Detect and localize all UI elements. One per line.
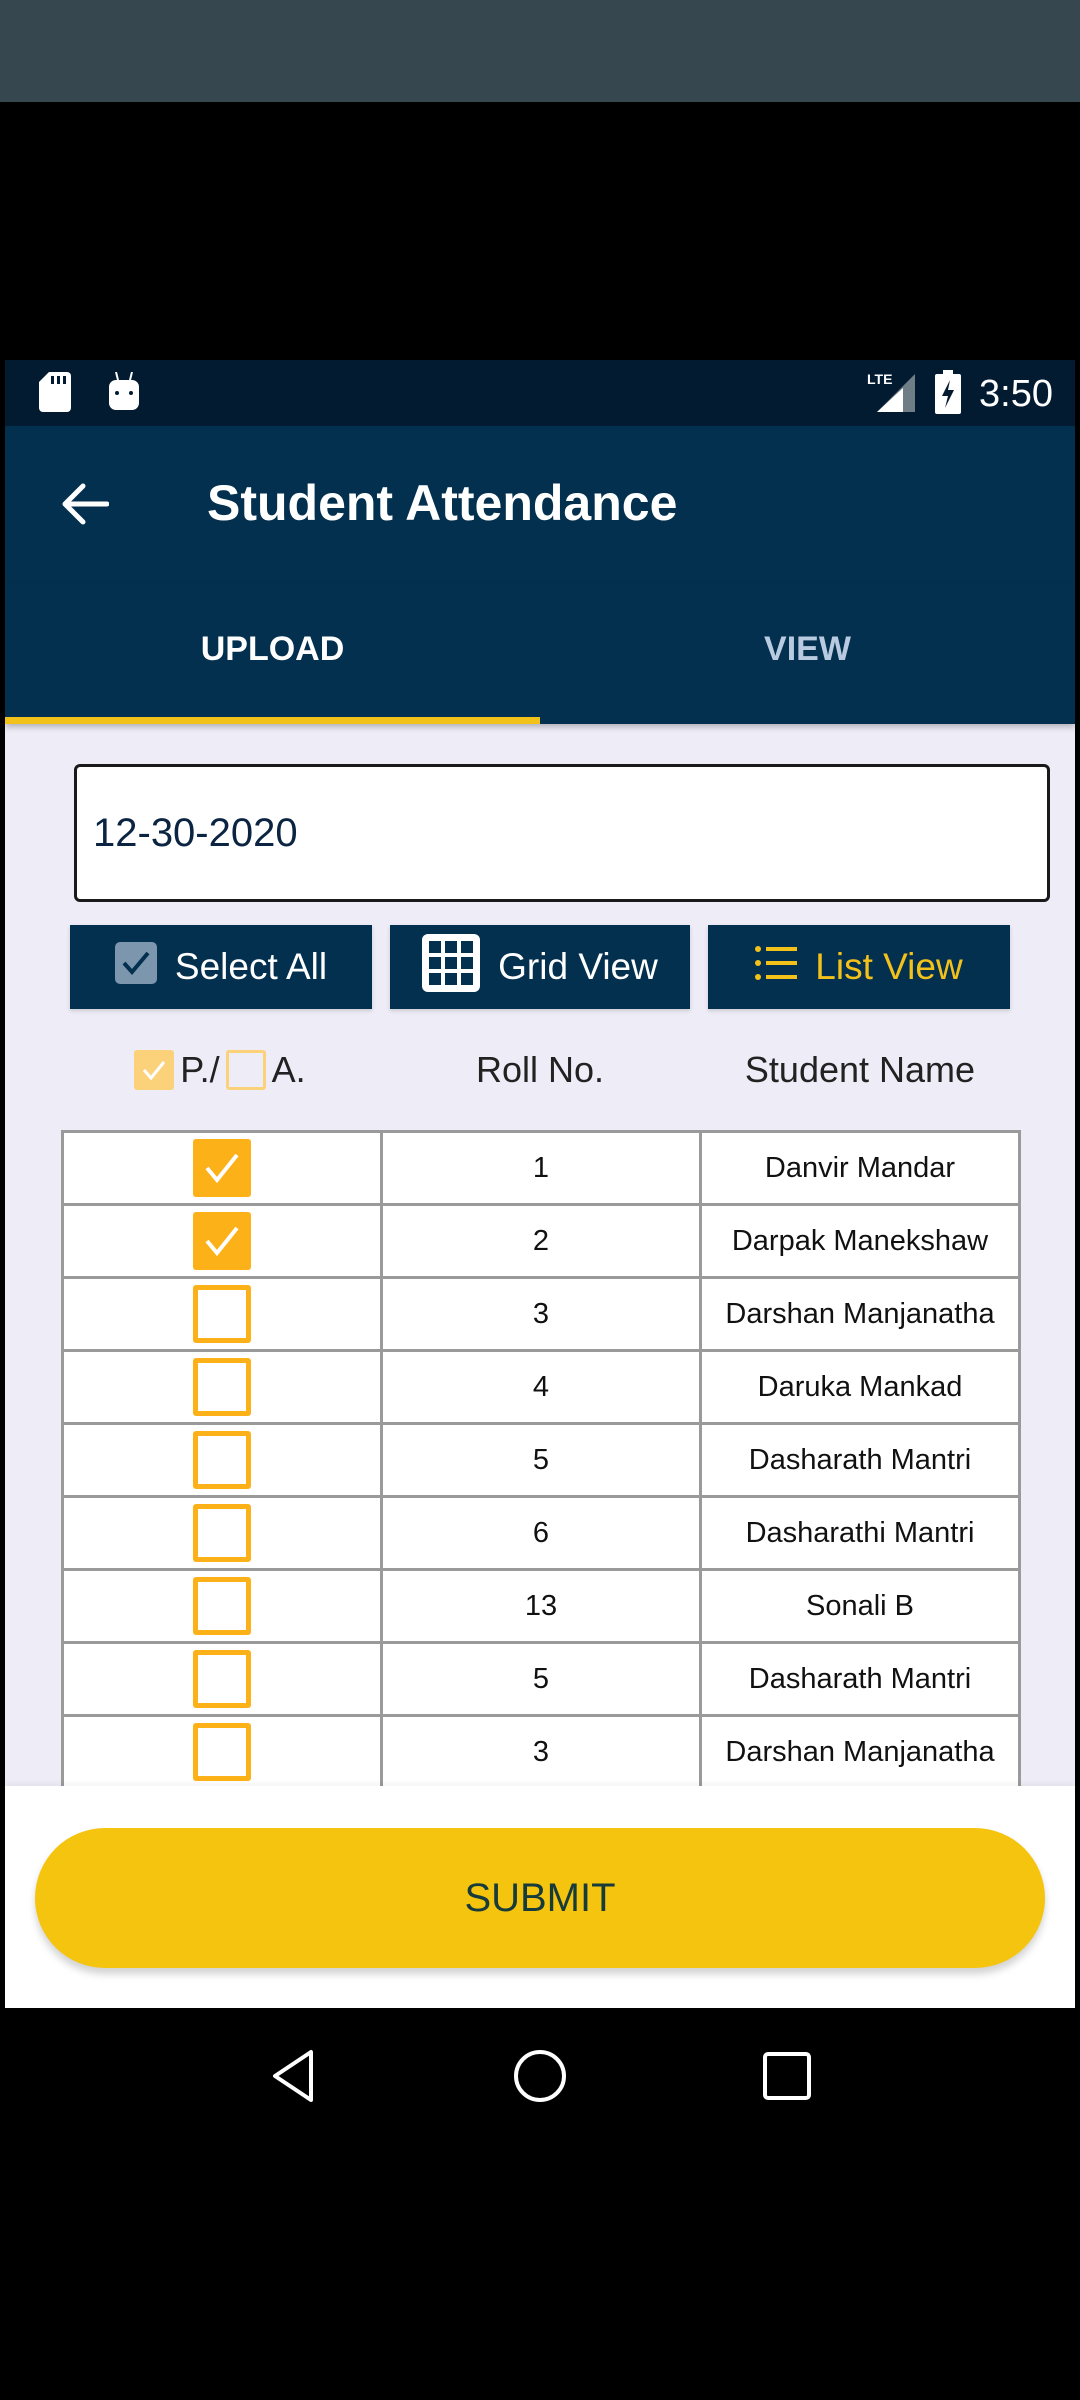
select-all-label: Select All (174, 946, 328, 987)
attendance-cell (61, 1422, 383, 1498)
present-checkbox[interactable] (193, 1139, 251, 1197)
list-view-label: List View (815, 946, 963, 987)
lte-signal-icon: LTE (867, 370, 917, 419)
table-row: 2 Darpak Manekshaw (61, 1203, 1027, 1279)
status-bar: LTE 3:50 (5, 360, 1075, 426)
attendance-cell (61, 1495, 383, 1571)
attendance-table: 1 Danvir Mandar 2 Darpak Manekshaw 3 Darshan … (61, 1130, 1027, 1790)
roll-no-cell: 5 (380, 1641, 702, 1717)
present-label: P./ (180, 1049, 220, 1090)
student-name-cell: Darshan Manjanatha (699, 1714, 1021, 1790)
tab-upload[interactable]: UPLOAD (5, 584, 540, 724)
grid-view-button[interactable]: Grid View (390, 925, 690, 1009)
table-row: 5 Dasharath Mantri (61, 1422, 1027, 1498)
android-debug-icon (107, 371, 141, 417)
tab-bar: UPLOAD VIEW (5, 584, 1075, 724)
list-icon (755, 945, 798, 990)
sd-card-icon (39, 372, 71, 417)
select-all-button[interactable]: Select All (70, 925, 372, 1009)
present-checkbox[interactable] (193, 1285, 251, 1343)
roll-no-header: Roll No. (475, 1049, 605, 1090)
arrow-back-icon (61, 482, 110, 531)
roll-no-cell: 6 (380, 1495, 702, 1571)
table-row: 4 Daruka Mankad (61, 1349, 1027, 1425)
present-checkbox[interactable] (193, 1723, 251, 1781)
absent-legend-checkbox-icon (225, 1050, 266, 1090)
student-name-cell: Danvir Mandar (699, 1130, 1021, 1206)
back-button[interactable] (55, 476, 115, 536)
present-checkbox[interactable] (193, 1431, 251, 1489)
table-row: 3 Darshan Manjanatha (61, 1276, 1027, 1352)
roll-no-cell: 1 (380, 1130, 702, 1206)
checkmark-icon (205, 1153, 239, 1184)
present-absent-header: P./ A. (60, 1049, 380, 1091)
circle-home-icon (512, 2048, 568, 2109)
triangle-back-icon (269, 2048, 317, 2109)
student-name-header: Student Name (744, 1049, 976, 1090)
student-name-cell: Sonali B (699, 1568, 1021, 1644)
present-legend-checkbox-icon (134, 1050, 175, 1090)
svg-text:LTE: LTE (867, 371, 892, 387)
battery-charging-icon (935, 370, 962, 419)
attendance-cell (61, 1130, 383, 1206)
app-bar: Student Attendance (5, 426, 1075, 584)
roll-no-cell: 2 (380, 1203, 702, 1279)
student-name-cell: Dasharath Mantri (699, 1422, 1021, 1498)
student-name-cell: Dasharath Mantri (699, 1641, 1021, 1717)
roll-no-cell: 13 (380, 1568, 702, 1644)
attendance-cell (61, 1349, 383, 1425)
table-row: 5 Dasharath Mantri (61, 1641, 1027, 1717)
table-row: 13 Sonali B (61, 1568, 1027, 1644)
present-checkbox[interactable] (193, 1504, 251, 1562)
attendance-cell (61, 1641, 383, 1717)
system-nav-bar (0, 2008, 1080, 2148)
bottom-panel: SUBMIT (5, 1786, 1075, 2008)
present-checkbox[interactable] (193, 1212, 251, 1270)
absent-label: A. (271, 1049, 306, 1090)
window-top-strip (0, 0, 1080, 102)
present-checkbox[interactable] (193, 1577, 251, 1635)
date-input[interactable] (93, 810, 1047, 856)
square-recents-icon (762, 2051, 812, 2106)
tab-view[interactable]: VIEW (540, 584, 1075, 724)
view-toolbar: Select All Grid View List View (70, 925, 1020, 1009)
nav-home-button[interactable] (500, 2038, 580, 2118)
date-field[interactable] (74, 764, 1050, 902)
attendance-cell (61, 1276, 383, 1352)
table-header: P./ A. Roll No. Student Name (60, 1040, 1020, 1100)
student-name-cell: Daruka Mankad (699, 1349, 1021, 1425)
table-row: 3 Darshan Manjanatha (61, 1714, 1027, 1790)
checkmark-icon (205, 1226, 239, 1257)
roll-no-cell: 3 (380, 1276, 702, 1352)
attendance-cell (61, 1568, 383, 1644)
nav-recents-button[interactable] (747, 2038, 827, 2118)
grid-view-label: Grid View (498, 946, 658, 987)
submit-button[interactable]: SUBMIT (35, 1828, 1045, 1968)
student-name-cell: Dasharathi Mantri (699, 1495, 1021, 1571)
checkbox-checked-icon (114, 941, 157, 993)
phone-screen: LTE 3:50 Student Attendance UPLOAD VIEW … (5, 360, 1075, 2008)
attendance-cell (61, 1714, 383, 1790)
table-row: 1 Danvir Mandar (61, 1130, 1027, 1206)
page-title: Student Attendance (207, 475, 678, 531)
present-checkbox[interactable] (193, 1358, 251, 1416)
present-checkbox[interactable] (193, 1650, 251, 1708)
roll-no-cell: 3 (380, 1714, 702, 1790)
grid-icon (422, 933, 481, 1001)
status-time: 3:50 (979, 373, 1053, 415)
student-name-cell: Darpak Manekshaw (699, 1203, 1021, 1279)
nav-back-button[interactable] (253, 2038, 333, 2118)
table-row: 6 Dasharathi Mantri (61, 1495, 1027, 1571)
attendance-cell (61, 1203, 383, 1279)
roll-no-cell: 5 (380, 1422, 702, 1498)
list-view-button[interactable]: List View (708, 925, 1010, 1009)
roll-no-cell: 4 (380, 1349, 702, 1425)
student-name-cell: Darshan Manjanatha (699, 1276, 1021, 1352)
